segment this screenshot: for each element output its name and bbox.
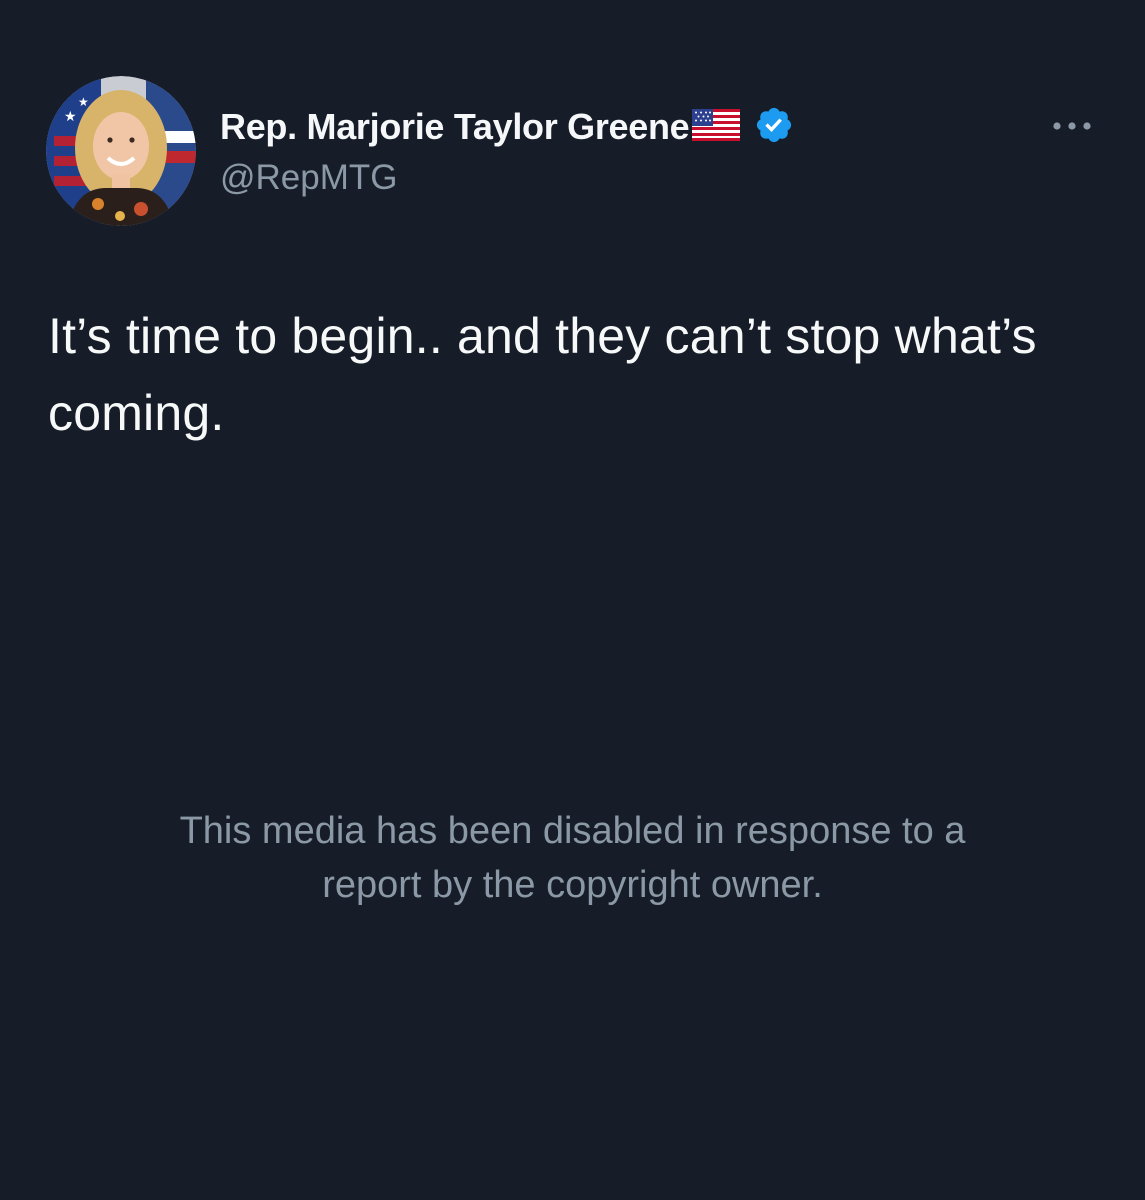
media-disabled-notice: This media has been disabled in response… — [0, 804, 1145, 912]
avatar-image: ★ ★ — [46, 76, 196, 226]
svg-text:★: ★ — [78, 95, 89, 109]
display-name[interactable]: Rep. Marjorie Taylor Greene — [220, 106, 690, 148]
svg-text:★: ★ — [64, 109, 77, 125]
tweet: ★ ★ Rep. Marjorie Taylor Greene @RepMTG … — [0, 0, 1145, 1200]
more-horizontal-icon — [1053, 122, 1091, 130]
more-options-button[interactable] — [1048, 108, 1098, 144]
us-flag-icon — [692, 108, 741, 146]
media-notice-line-1: This media has been disabled in response… — [179, 810, 966, 852]
display-name-row: Rep. Marjorie Taylor Greene — [220, 104, 794, 150]
user-handle[interactable]: @RepMTG — [220, 158, 398, 198]
verified-badge-icon[interactable] — [754, 105, 794, 150]
avatar[interactable]: ★ ★ — [46, 76, 196, 226]
media-notice-line-2: report by the copyright owner. — [322, 864, 823, 906]
tweet-text: It’s time to begin.. and they can’t stop… — [48, 308, 1051, 441]
